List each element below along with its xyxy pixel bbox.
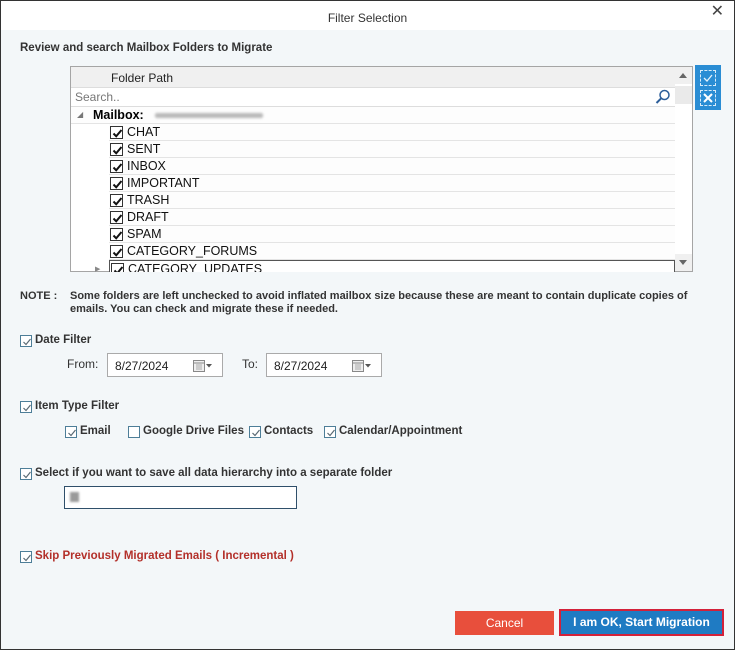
scroll-down-button[interactable] (675, 254, 692, 271)
collapse-arrow-icon[interactable]: ◢ (77, 110, 83, 119)
checkbox[interactable] (65, 426, 77, 438)
dialog-title: Filter Selection (327, 11, 408, 25)
tree-root-mailbox[interactable]: ◢ Mailbox: (71, 107, 675, 124)
hierarchy-folder-name-input[interactable] (64, 486, 297, 509)
folder-checkbox[interactable] (111, 263, 124, 272)
checkbox[interactable] (20, 551, 32, 563)
folder-row[interactable]: CATEGORY_FORUMS (109, 243, 675, 260)
folder-row[interactable]: CHAT (109, 124, 675, 141)
folder-checkbox[interactable] (110, 126, 123, 139)
folder-checkbox[interactable] (110, 177, 123, 190)
note-text: Some folders are left unchecked to avoid… (70, 290, 688, 315)
folder-search-bar (71, 88, 675, 107)
to-label: To: (242, 357, 259, 371)
folder-row[interactable]: INBOX (109, 158, 675, 175)
column-header-folder-path[interactable]: Folder Path (71, 67, 675, 88)
calendar-dropdown-icon[interactable] (193, 359, 213, 373)
folder-row[interactable]: CATEGORY_UPDATES (109, 260, 675, 272)
tree-side-toolbar (695, 65, 721, 110)
folder-tree: Folder Path ◢ Mailbox: CHAT SENT INBOX IMPO… (70, 66, 693, 272)
folder-label: TRASH (127, 193, 170, 207)
folder-row[interactable]: TRASH (109, 192, 675, 209)
folder-label: SPAM (127, 227, 162, 241)
folder-row[interactable]: DRAFT (109, 209, 675, 226)
checkbox[interactable] (20, 401, 32, 413)
check-icon (703, 74, 713, 82)
folder-label: CATEGORY_UPDATES (128, 262, 263, 272)
to-date-picker[interactable]: 8/27/2024 (266, 353, 382, 377)
search-icon[interactable] (655, 89, 671, 105)
x-icon (703, 93, 713, 103)
folder-row[interactable]: IMPORTANT (109, 175, 675, 192)
start-migration-button[interactable]: I am OK, Start Migration (559, 609, 724, 636)
folder-checkbox[interactable] (110, 228, 123, 241)
redacted-folder-name (70, 492, 79, 502)
folder-rows: ◢ Mailbox: CHAT SENT INBOX IMPORTANT TRASH DR… (71, 107, 675, 272)
cancel-button[interactable]: Cancel (455, 611, 554, 635)
scroll-up-button[interactable] (675, 67, 692, 84)
folder-checkbox[interactable] (110, 194, 123, 207)
folders-heading: Review and search Mailbox Folders to Mig… (20, 42, 273, 54)
calendar-dropdown-icon[interactable] (352, 359, 372, 373)
scroll-thumb[interactable] (675, 86, 692, 104)
checkbox[interactable] (128, 426, 140, 438)
redacted-email (155, 113, 263, 118)
checkbox[interactable] (20, 468, 32, 480)
close-icon[interactable]: ✕ (711, 3, 724, 21)
folder-label: CHAT (127, 125, 161, 139)
note-label: NOTE : (20, 290, 58, 302)
title-bar: Filter Selection ✕ (1, 1, 734, 30)
from-label: From: (67, 357, 99, 371)
deselect-all-button[interactable] (700, 90, 716, 106)
filter-selection-dialog: Filter Selection ✕ Review and search Mai… (0, 0, 735, 650)
folder-label: CATEGORY_FORUMS (127, 244, 258, 258)
folder-checkbox[interactable] (110, 211, 123, 224)
folder-label: INBOX (127, 159, 166, 173)
checkbox[interactable] (249, 426, 261, 438)
checkbox[interactable] (20, 335, 32, 347)
tree-scrollbar[interactable] (675, 67, 692, 271)
folder-checkbox[interactable] (110, 245, 123, 258)
folder-label: SENT (127, 142, 161, 156)
folder-row[interactable]: SPAM (109, 226, 675, 243)
checkbox[interactable] (324, 426, 336, 438)
folder-checkbox[interactable] (110, 160, 123, 173)
folder-search-input[interactable] (75, 89, 645, 105)
folder-label: DRAFT (127, 210, 169, 224)
folder-label: IMPORTANT (127, 176, 200, 190)
from-date-picker[interactable]: 8/27/2024 (107, 353, 223, 377)
folder-checkbox[interactable] (110, 143, 123, 156)
expand-arrow-icon[interactable]: ▶ (95, 265, 100, 272)
folder-row[interactable]: SENT (109, 141, 675, 158)
select-all-button[interactable] (700, 70, 716, 86)
